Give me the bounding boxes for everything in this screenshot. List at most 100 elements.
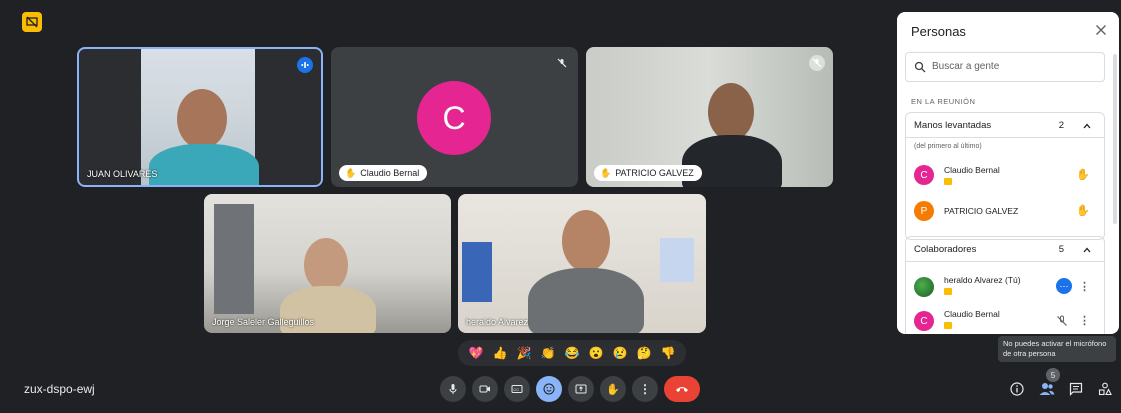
participant-name: PATRICIO GALVEZ <box>615 168 694 178</box>
person-head <box>177 89 227 149</box>
avatar: P <box>914 201 934 221</box>
person-head <box>708 83 754 141</box>
wall-poster <box>462 242 492 302</box>
presentation-off-icon[interactable] <box>22 12 42 32</box>
chevron-up-icon[interactable] <box>1082 245 1092 255</box>
video-tile-jorge[interactable]: Jorge Saleler Galleguillos <box>204 194 451 333</box>
panel-title: Personas <box>911 24 966 39</box>
reaction-surprised[interactable]: 😮 <box>589 346 604 360</box>
avatar-initial: P <box>920 205 928 217</box>
close-panel-button[interactable] <box>1093 22 1109 38</box>
microphone-button[interactable] <box>440 376 466 402</box>
camera-button[interactable] <box>472 376 498 402</box>
avatar-initial: C <box>920 169 928 181</box>
people-panel: Personas Buscar a gente EN LA REUNIÓN Ma… <box>897 12 1119 334</box>
raise-hand-button[interactable]: ✋ <box>600 376 626 402</box>
list-item[interactable]: C Claudio Bernal ✋ <box>906 161 1104 189</box>
reaction-party[interactable]: 🎉 <box>517 346 532 360</box>
activities-icon <box>1098 382 1112 396</box>
meeting-code: zux-dspo-ewj <box>24 382 95 396</box>
more-vert-icon: ⋮ <box>639 382 651 396</box>
office-window <box>214 204 254 314</box>
participant-name: JUAN OLIVARES <box>87 169 158 179</box>
more-vert-icon[interactable]: ⋮ <box>1079 280 1090 293</box>
emoji-icon <box>543 383 555 395</box>
avatar: C <box>914 311 934 331</box>
present-button[interactable] <box>568 376 594 402</box>
audio-level-icon: ⋯ <box>1056 278 1072 294</box>
hand-raised-icon[interactable]: ✋ <box>1076 168 1090 181</box>
person-body <box>528 268 644 333</box>
section-header[interactable]: Colaboradores 5 <box>906 237 1104 261</box>
participant-name: Jorge Saleler Galleguillos <box>212 317 315 327</box>
people-button[interactable] <box>1038 380 1056 398</box>
chat-icon <box>1069 382 1083 396</box>
hand-raised-icon: ✋ <box>345 168 357 178</box>
tooltip-line: No puedes activar el micrófono <box>1003 339 1107 348</box>
panel-scrollbar[interactable] <box>1113 54 1117 224</box>
microphone-icon <box>449 384 457 394</box>
list-item[interactable]: P PATRICIO GALVEZ ✋ <box>906 197 1104 225</box>
video-tile-juan-olivares[interactable]: JUAN OLIVARES <box>77 47 323 187</box>
reaction-laugh[interactable]: 😂 <box>565 346 580 360</box>
video-bg-left <box>79 49 141 185</box>
more-options-button[interactable]: ⋮ <box>632 376 658 402</box>
avatar-initial: C <box>920 315 928 327</box>
wall-poster <box>660 238 694 282</box>
section-count: 2 <box>1058 120 1064 131</box>
leave-call-button[interactable] <box>664 376 700 402</box>
chat-button[interactable] <box>1069 382 1083 396</box>
section-divider <box>906 137 1104 138</box>
reaction-heart[interactable]: 💖 <box>469 346 484 360</box>
hand-raised-icon[interactable]: ✋ <box>1076 204 1090 217</box>
captions-button[interactable]: CC <box>504 376 530 402</box>
section-header[interactable]: Manos levantadas 2 <box>906 113 1104 137</box>
in-meeting-label: EN LA REUNIÓN <box>911 97 976 106</box>
reaction-thumbs-down[interactable]: 👎 <box>661 346 676 360</box>
search-icon <box>914 61 926 73</box>
list-item[interactable]: heraldo Alvarez (Tú) ⋯ ⋮ <box>906 273 1104 301</box>
section-divider <box>906 261 1104 262</box>
person-head <box>304 238 348 292</box>
reaction-thumbs-up[interactable]: 👍 <box>493 346 508 360</box>
participant-name: heraldo Alvarez <box>466 317 529 327</box>
section-title: Manos levantadas <box>914 120 992 131</box>
reaction-clap[interactable]: 👏 <box>541 346 556 360</box>
host-badge-icon <box>944 178 952 185</box>
search-box[interactable]: Buscar a gente <box>905 52 1105 82</box>
reaction-thinking[interactable]: 🤔 <box>637 346 652 360</box>
participant-name-pill: ✋ Claudio Bernal <box>339 165 428 181</box>
reactions-bar: 💖 👍 🎉 👏 😂 😮 😢 🤔 👎 <box>458 340 686 366</box>
reaction-sad[interactable]: 😢 <box>613 346 628 360</box>
close-icon <box>1096 25 1106 35</box>
emoji-button[interactable] <box>536 376 562 402</box>
captions-icon: CC <box>511 385 523 393</box>
mic-off-icon[interactable] <box>1056 315 1068 327</box>
participant-name-pill: ✋ PATRICIO GALVEZ <box>594 165 702 181</box>
host-badge-icon <box>944 288 952 295</box>
activities-button[interactable] <box>1098 382 1112 396</box>
mic-off-icon <box>554 55 570 71</box>
avatar <box>914 277 934 297</box>
chevron-up-icon[interactable] <box>1082 121 1092 131</box>
section-count: 5 <box>1058 244 1064 255</box>
search-input[interactable]: Buscar a gente <box>932 61 999 72</box>
participant-avatar: C <box>417 81 491 155</box>
video-tile-heraldo-alvarez[interactable]: heraldo Alvarez <box>458 194 706 333</box>
video-tile-claudio-bernal[interactable]: C ✋ Claudio Bernal <box>331 47 578 187</box>
person-name: heraldo Alvarez (Tú) <box>944 275 1021 285</box>
person-name: Claudio Bernal <box>944 309 1000 319</box>
svg-text:CC: CC <box>513 387 519 392</box>
video-tile-patricio-galvez[interactable]: ✋ PATRICIO GALVEZ <box>586 47 833 187</box>
order-note: (del primero al último) <box>914 143 982 150</box>
people-count-badge: 5 <box>1046 368 1060 382</box>
raise-hand-icon: ✋ <box>606 383 620 396</box>
person-name: Claudio Bernal <box>944 165 1000 175</box>
meeting-details-button[interactable] <box>1010 382 1024 396</box>
list-item[interactable]: C Claudio Bernal ⋮ <box>906 307 1104 334</box>
more-vert-icon[interactable]: ⋮ <box>1079 314 1090 327</box>
person-body <box>149 144 259 185</box>
people-count: 5 <box>1050 370 1056 380</box>
avatar: C <box>914 165 934 185</box>
mic-off-icon <box>809 55 825 71</box>
